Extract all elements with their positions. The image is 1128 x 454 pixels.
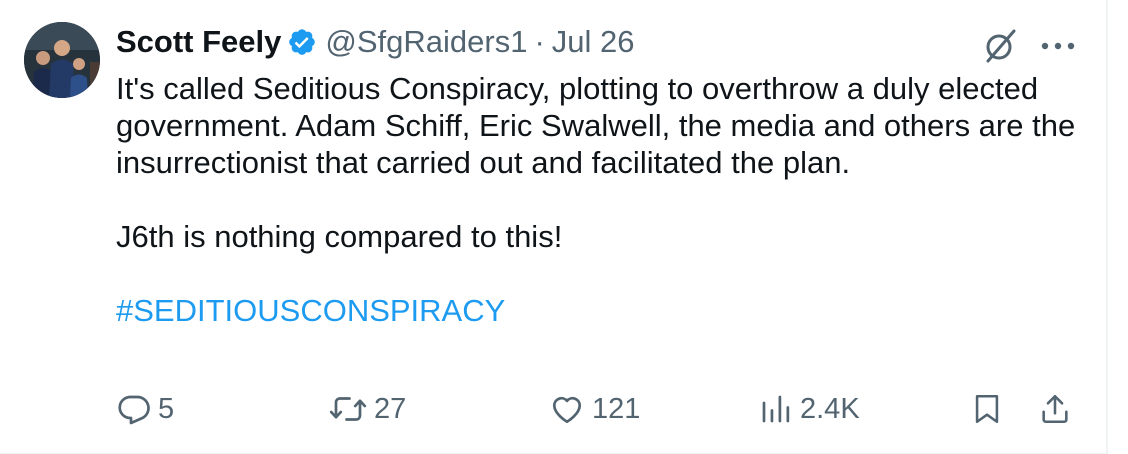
grok-icon [986,29,1016,63]
tweet-header: Scott Feely @SfgRaiders1 · Jul 26 [116,20,635,64]
author-handle[interactable]: @SfgRaiders1 [325,24,527,60]
tweet-paragraph-2: J6th is nothing compared to this! [116,219,563,254]
avatar-photo-icon [24,22,100,98]
views-icon [762,395,790,423]
bookmark-button[interactable] [970,384,1004,434]
hashtag-link[interactable]: #SEDITIOUSCONSPIRACY [116,292,1076,329]
tweet-text: It's called Seditious Conspiracy, plotti… [116,70,1076,329]
tweet-actions: 5 27 121 2.4K [0,384,1108,434]
reply-count: 5 [158,392,175,425]
reply-icon [118,395,150,425]
verified-badge-icon[interactable] [287,27,317,57]
header-separator: · [534,24,545,59]
share-icon [1042,394,1068,424]
share-button[interactable] [1038,384,1072,434]
retweet-icon [329,397,367,421]
bookmark-icon [975,394,999,424]
retweet-button[interactable]: 27 [328,384,406,434]
view-count: 2.4K [800,392,860,425]
like-icon [552,396,582,424]
grok-button[interactable] [978,26,1022,66]
like-count: 121 [592,392,641,425]
reply-button[interactable]: 5 [116,384,174,434]
retweet-count: 27 [374,392,407,425]
more-icon [1041,42,1075,50]
views-button[interactable]: 2.4K [758,384,860,434]
author-name[interactable]: Scott Feely [116,24,281,60]
more-options-button[interactable] [1036,26,1080,66]
tweet-date[interactable]: Jul 26 [552,24,635,60]
avatar[interactable] [24,22,100,98]
tweet-paragraph-1: It's called Seditious Conspiracy, plotti… [116,71,1076,180]
like-button[interactable]: 121 [548,384,640,434]
